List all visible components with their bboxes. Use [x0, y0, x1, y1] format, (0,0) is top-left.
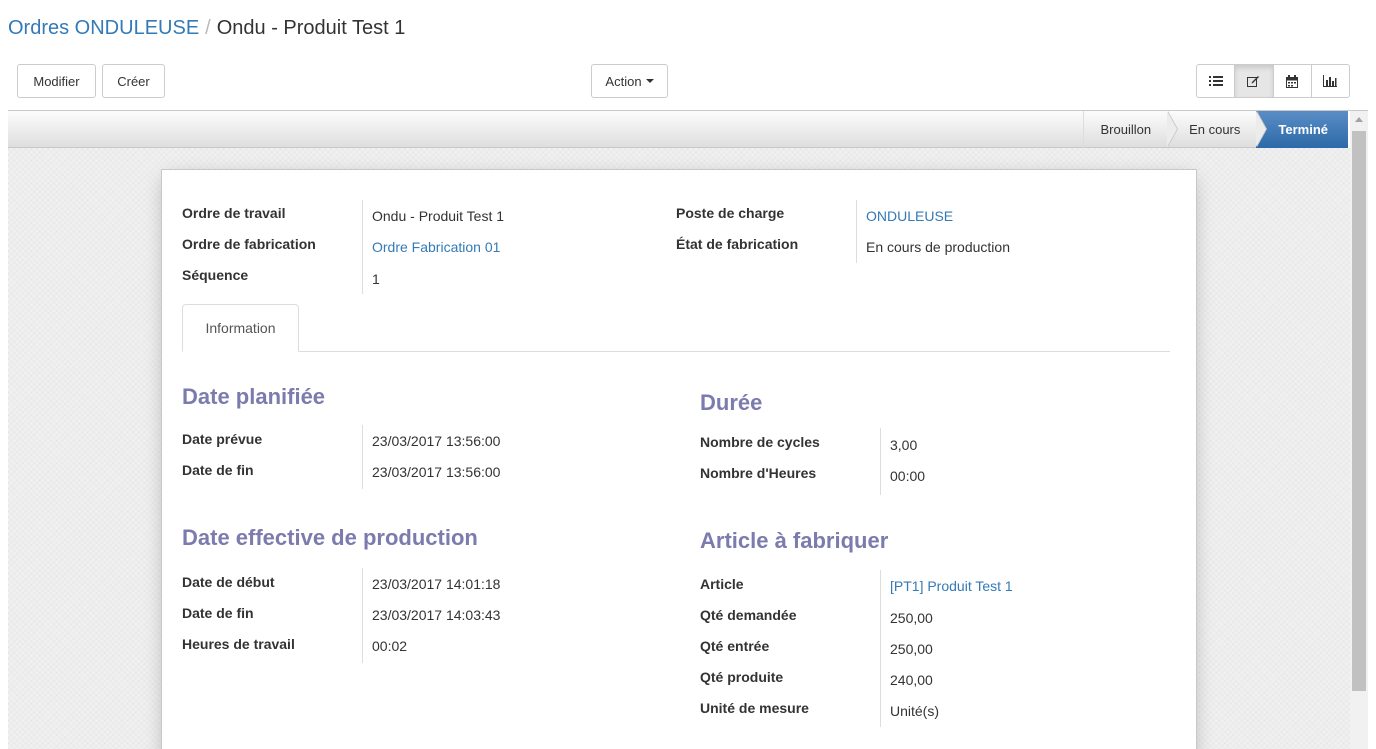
qte-produite-label: Qté produite	[700, 669, 784, 685]
stage-brouillon-label: Brouillon	[1100, 122, 1152, 137]
divider	[856, 200, 857, 263]
heures-travail-label: Heures de travail	[182, 636, 295, 652]
date-fin-value: 23/03/2017 13:56:00	[372, 464, 501, 480]
breadcrumb-parent-link[interactable]: Ordres ONDULEUSE	[8, 17, 199, 39]
graph-view-button[interactable]	[1310, 64, 1350, 98]
date-debut-label: Date de début	[182, 574, 275, 590]
list-icon	[1208, 76, 1223, 86]
stage-en-cours-label: En cours	[1189, 122, 1241, 137]
etat-fabrication-label: État de fabrication	[676, 236, 799, 252]
top-spacer	[0, 0, 1376, 8]
control-panel: Ordres ONDULEUSE / Ondu - Produit Test 1 M…	[8, 8, 1368, 111]
ordre-travail-label: Ordre de travail	[182, 205, 286, 221]
qte-entree-label: Qté entrée	[700, 638, 770, 654]
divider	[362, 200, 363, 294]
nb-cycles-label: Nombre de cycles	[700, 434, 820, 450]
view-switcher	[1196, 64, 1353, 98]
breadcrumb: Ordres ONDULEUSE / Ondu - Produit Test 1	[8, 17, 405, 40]
caret-down-icon	[645, 79, 654, 83]
date-prevue-value: 23/03/2017 13:56:00	[372, 433, 501, 449]
unite-label: Unité de mesure	[700, 700, 809, 716]
form-background: Ordre de travail Ondu - Produit Test 1 O…	[8, 148, 1350, 749]
field-poste-charge: Poste de charge	[676, 203, 784, 234]
nb-cycles-value: 3,00	[890, 437, 918, 453]
article-link[interactable]: [PT1] Produit Test 1	[890, 576, 1013, 596]
section-title-date-effective: Date effective de production	[182, 525, 478, 550]
ordre-fabrication-link[interactable]: Ordre Fabrication 01	[372, 237, 500, 257]
etat-fabrication-value: En cours de production	[866, 239, 1010, 255]
modifier-button-label: Modifier	[33, 73, 80, 89]
breadcrumb-current: Ondu - Produit Test 1	[216, 17, 406, 39]
sequence-value: 1	[372, 271, 380, 287]
list-view-button[interactable]	[1196, 64, 1236, 98]
date-fin-effective-label: Date de fin	[182, 605, 254, 621]
qte-produite-value: 240,00	[890, 672, 933, 688]
date-fin-label: Date de fin	[182, 462, 254, 478]
form-view-button[interactable]	[1234, 64, 1274, 98]
sequence-label: Séquence	[182, 267, 249, 283]
ordre-fabrication-label: Ordre de fabrication	[182, 236, 316, 252]
unite-value: Unité(s)	[890, 703, 940, 719]
date-prevue-label: Date prévue	[182, 431, 263, 447]
date-fin-effective-value: 23/03/2017 14:03:43	[372, 607, 501, 623]
scrollbar-thumb[interactable]	[1352, 131, 1366, 691]
nb-heures-value: 00:00	[890, 468, 926, 484]
divider	[362, 425, 363, 489]
stage-arrow	[1256, 111, 1267, 147]
divider	[880, 428, 881, 495]
field-sequence: Séquence	[182, 265, 248, 296]
notebook-tabs: Information	[182, 304, 1170, 352]
tab-information-label: Information	[205, 320, 276, 336]
edit-icon	[1247, 76, 1260, 87]
ordre-travail-value: Ondu - Produit Test 1	[372, 208, 505, 224]
stage-en-cours[interactable]: En cours	[1167, 111, 1268, 148]
qte-demandee-label: Qté demandée	[700, 607, 797, 623]
date-debut-value: 23/03/2017 14:01:18	[372, 576, 501, 592]
form-sheet: Ordre de travail Ondu - Produit Test 1 O…	[161, 169, 1197, 749]
field-etat-fabrication: État de fabrication	[676, 234, 798, 265]
poste-charge-link[interactable]: ONDULEUSE	[866, 206, 953, 226]
creer-button-label: Créer	[117, 73, 150, 89]
qte-demandee-value: 250,00	[890, 610, 933, 626]
stage-pipeline: Brouillon En cours Terminé	[1083, 111, 1348, 148]
section-title-article: Article à fabriquer	[700, 528, 889, 553]
calendar-view-button[interactable]	[1272, 64, 1312, 98]
field-ordre-fabrication: Ordre de fabrication	[182, 234, 316, 265]
section-title-duree: Durée	[700, 390, 763, 415]
tab-information[interactable]: Information	[182, 304, 299, 352]
divider	[362, 568, 363, 663]
action-dropdown-button[interactable]: Action	[591, 64, 668, 98]
stage-arrow	[1167, 111, 1178, 147]
field-ordre-travail: Ordre de travail	[182, 203, 286, 234]
breadcrumb-separator: /	[205, 17, 211, 39]
stage-brouillon[interactable]: Brouillon	[1083, 111, 1179, 148]
stage-termine-label: Terminé	[1278, 122, 1328, 137]
heures-travail-value: 00:02	[372, 638, 408, 654]
action-button-label: Action	[605, 73, 642, 89]
stage-termine[interactable]: Terminé	[1256, 111, 1348, 148]
bar-chart-icon	[1323, 75, 1338, 87]
poste-charge-label: Poste de charge	[676, 205, 785, 221]
creer-button[interactable]: Créer	[102, 64, 165, 98]
modifier-button[interactable]: Modifier	[17, 64, 96, 98]
section-title-date-planifiee: Date planifiée	[182, 384, 326, 409]
divider	[880, 570, 881, 727]
nb-heures-label: Nombre d'Heures	[700, 465, 817, 481]
article-label: Article	[700, 576, 744, 592]
status-bar: Brouillon En cours Terminé	[8, 111, 1348, 148]
qte-entree-value: 250,00	[890, 641, 933, 657]
calendar-icon	[1286, 74, 1299, 88]
scroll-up-arrow-icon[interactable]	[1355, 117, 1363, 122]
